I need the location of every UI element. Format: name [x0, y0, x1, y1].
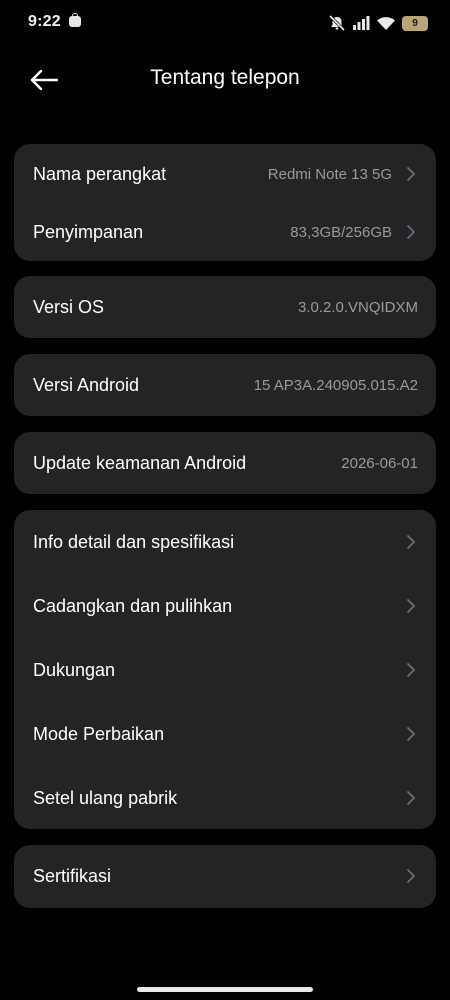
backup-restore-row[interactable]: Cadangkan dan pulihkan	[14, 576, 436, 636]
backup-restore-label: Cadangkan dan pulihkan	[33, 595, 233, 616]
android-version-value: 15 AP3A.240905.015.A2	[253, 376, 418, 394]
about-phone-screen: 9:22 9 Tentang telepon Nama perangkat Re…	[0, 0, 450, 1000]
details-specs-label: Info detail dan spesifikasi	[33, 531, 235, 552]
repair-mode-row[interactable]: Mode Perbaikan	[14, 704, 436, 764]
security-update-label: Update keamanan Android	[33, 452, 247, 473]
battery-level: 9	[412, 17, 418, 29]
chevron-right-icon	[406, 868, 416, 884]
support-label: Dukungan	[33, 659, 116, 680]
chevron-right-icon	[406, 726, 416, 742]
certification-label: Sertifikasi	[33, 865, 112, 886]
os-version-label: Versi OS	[33, 296, 105, 317]
device-name-label: Nama perangkat	[33, 163, 167, 184]
chevron-right-icon	[406, 534, 416, 550]
signal-icon	[352, 16, 370, 30]
more-options-card: Info detail dan spesifikasi Cadangkan da…	[14, 510, 436, 829]
certification-row[interactable]: Sertifikasi	[14, 846, 436, 906]
os-version-value: 3.0.2.0.VNQIDXM	[297, 298, 418, 316]
chevron-right-icon	[406, 166, 416, 182]
app-notification-icon	[69, 13, 81, 27]
device-name-value: Redmi Note 13 5G	[267, 165, 392, 183]
factory-reset-label: Setel ulang pabrik	[33, 787, 178, 808]
wifi-icon	[376, 16, 396, 31]
header: Tentang telepon	[0, 56, 450, 104]
factory-reset-row[interactable]: Setel ulang pabrik	[14, 768, 436, 828]
storage-label: Penyimpanan	[33, 221, 144, 242]
home-indicator[interactable]	[137, 987, 313, 992]
security-update-row[interactable]: Update keamanan Android 2026-06-01	[14, 433, 436, 493]
details-specs-row[interactable]: Info detail dan spesifikasi	[14, 512, 436, 572]
security-update-card: Update keamanan Android 2026-06-01	[14, 432, 436, 494]
storage-value: 83,3GB/256GB	[290, 223, 392, 241]
support-row[interactable]: Dukungan	[14, 640, 436, 700]
device-name-row[interactable]: Nama perangkat Redmi Note 13 5G	[14, 144, 436, 204]
android-version-card: Versi Android 15 AP3A.240905.015.A2	[14, 354, 436, 416]
os-version-row[interactable]: Versi OS 3.0.2.0.VNQIDXM	[14, 277, 436, 337]
status-bar: 9:22 9	[0, 0, 450, 44]
chevron-right-icon	[406, 224, 416, 240]
page-title: Tentang telepon	[150, 66, 300, 89]
status-time: 9:22	[28, 13, 61, 30]
os-version-card: Versi OS 3.0.2.0.VNQIDXM	[14, 276, 436, 338]
storage-row[interactable]: Penyimpanan 83,3GB/256GB	[14, 202, 436, 262]
mute-icon	[328, 15, 346, 31]
status-icons: 9	[328, 13, 428, 33]
chevron-right-icon	[406, 662, 416, 678]
device-info-card: Nama perangkat Redmi Note 13 5G Penyimpa…	[14, 144, 436, 261]
chevron-right-icon	[406, 598, 416, 614]
battery-icon: 9	[402, 15, 428, 31]
chevron-right-icon	[406, 790, 416, 806]
repair-mode-label: Mode Perbaikan	[33, 723, 165, 744]
certification-card: Sertifikasi	[14, 845, 436, 908]
android-version-row[interactable]: Versi Android 15 AP3A.240905.015.A2	[14, 355, 436, 415]
security-update-value: 2026-06-01	[341, 454, 418, 472]
android-version-label: Versi Android	[33, 374, 140, 395]
